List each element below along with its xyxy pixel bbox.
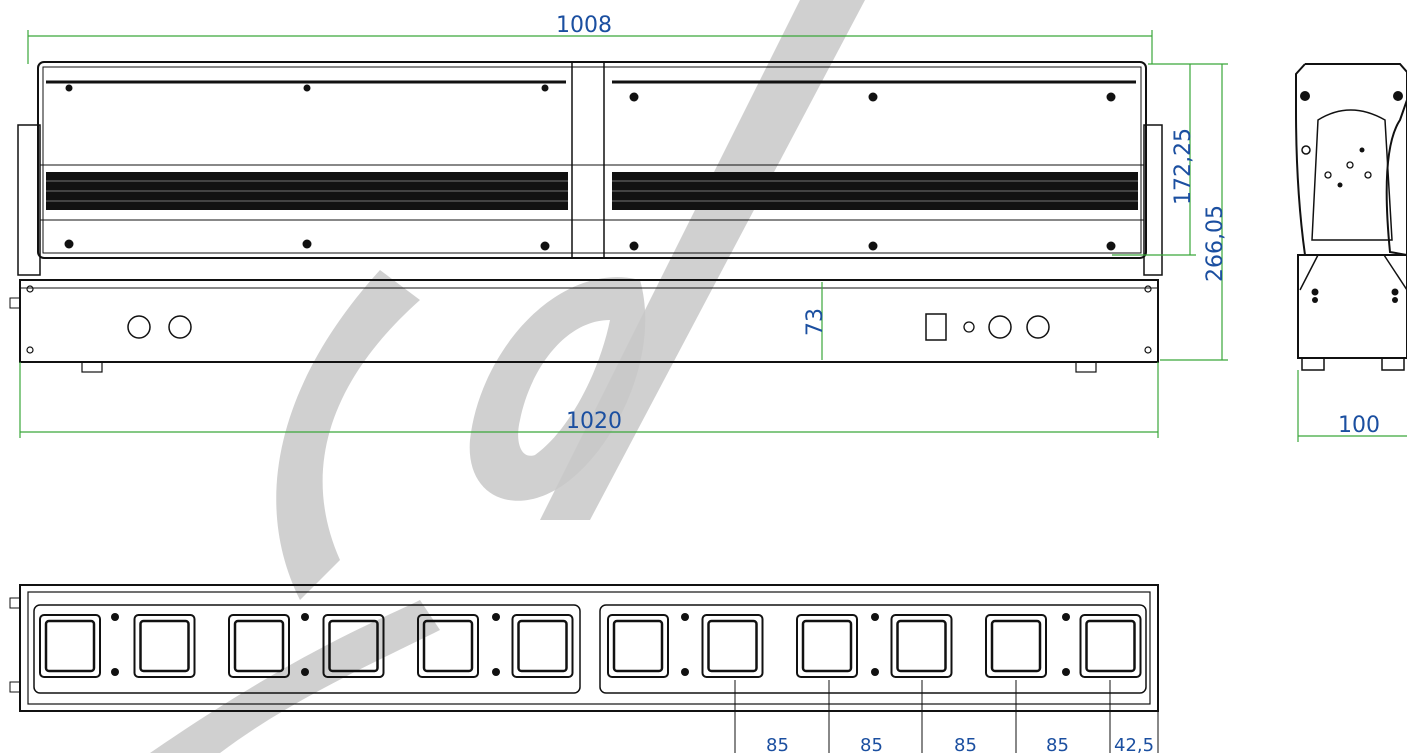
lens-2-inner bbox=[139, 619, 190, 673]
lens-screw-10 bbox=[871, 668, 879, 676]
lens-12-inner bbox=[1085, 619, 1136, 673]
lens-10-inner bbox=[896, 619, 947, 673]
lens-screw-2 bbox=[111, 668, 119, 676]
lens-8-inner bbox=[707, 619, 758, 673]
lens-screw-1 bbox=[111, 613, 119, 621]
lens-screw-11 bbox=[1062, 613, 1070, 621]
front-view bbox=[9, 61, 1163, 373]
side-view bbox=[1295, 63, 1407, 371]
dim-label-73: 73 bbox=[803, 308, 828, 336]
dim-label-pitch-4: 85 bbox=[1046, 735, 1069, 753]
power-and-dmx-connectors-right bbox=[925, 313, 1050, 341]
lens-screw-8 bbox=[681, 668, 689, 676]
dim-label-1008: 1008 bbox=[556, 13, 612, 38]
technical-drawing: 1008 1020 172,25 266,05 73 100 85 85 85 … bbox=[9, 0, 1407, 753]
lens-9-inner bbox=[801, 619, 853, 673]
dim-label-pitch-1: 85 bbox=[766, 735, 789, 753]
lens-1 bbox=[39, 614, 101, 678]
dimension-total-height: 266,05 bbox=[1160, 63, 1228, 361]
dim-label-172-25: 172,25 bbox=[1171, 128, 1196, 205]
dmx-connectors-left bbox=[127, 315, 192, 339]
dimension-base-height: 73 bbox=[803, 282, 828, 360]
lens-screw-7 bbox=[681, 613, 689, 621]
dimension-upper-height: 172,25 bbox=[1112, 63, 1196, 256]
lens-6-inner bbox=[517, 619, 568, 673]
lens-screw-5 bbox=[492, 613, 500, 621]
lens-6 bbox=[511, 614, 574, 678]
lens-11 bbox=[985, 614, 1047, 678]
bottom-view bbox=[9, 584, 1159, 753]
lens-screw-9 bbox=[871, 613, 879, 621]
lens-array bbox=[39, 614, 1142, 678]
screw-holes bbox=[64, 84, 1116, 251]
lens-screw-holes bbox=[111, 613, 1070, 676]
dim-label-100: 100 bbox=[1338, 413, 1380, 438]
lens-11-inner bbox=[990, 619, 1042, 673]
dim-label-1020: 1020 bbox=[566, 409, 622, 434]
dim-label-266-05: 266,05 bbox=[1203, 205, 1228, 282]
lens-1-inner bbox=[44, 619, 96, 673]
lens-10 bbox=[890, 614, 953, 678]
lens-7-inner bbox=[612, 619, 664, 673]
dimension-side-depth: 100 bbox=[1297, 370, 1407, 442]
lens-3 bbox=[228, 614, 290, 678]
dim-label-pitch-3: 85 bbox=[954, 735, 977, 753]
dim-label-half-pitch: 42,5 bbox=[1114, 735, 1154, 753]
lens-screw-12 bbox=[1062, 668, 1070, 676]
lens-8 bbox=[701, 614, 764, 678]
lens-2 bbox=[133, 614, 196, 678]
lens-screw-6 bbox=[492, 668, 500, 676]
lens-9 bbox=[796, 614, 858, 678]
lens-12 bbox=[1079, 614, 1142, 678]
lens-screw-4 bbox=[301, 668, 309, 676]
dimension-top-width: 1008 bbox=[27, 13, 1153, 64]
lens-7 bbox=[607, 614, 669, 678]
dim-label-pitch-2: 85 bbox=[860, 735, 883, 753]
pitch-dimensions: 85 85 85 85 42,5 bbox=[766, 735, 1154, 753]
lens-screw-3 bbox=[301, 613, 309, 621]
lens-3-inner bbox=[233, 619, 285, 673]
